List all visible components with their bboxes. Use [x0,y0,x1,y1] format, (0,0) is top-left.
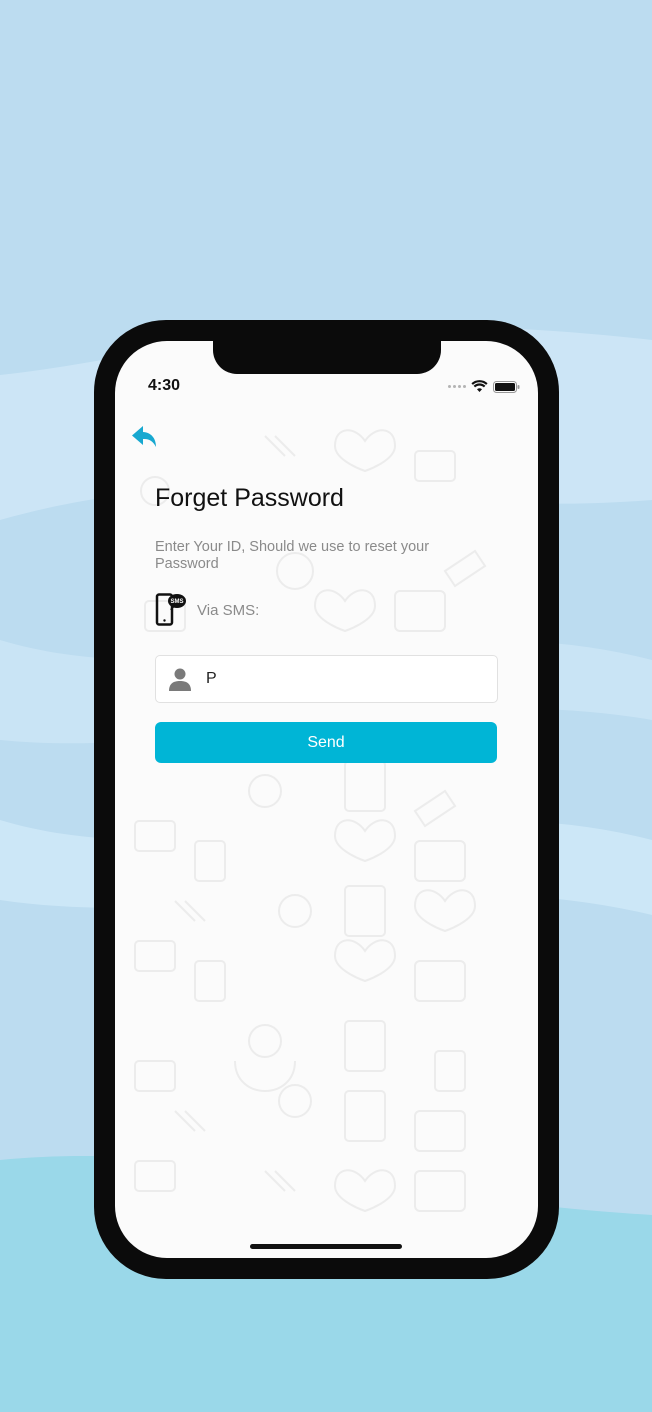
wifi-icon [471,380,488,392]
id-input-field[interactable] [155,655,498,703]
sms-badge-text: SMS [170,599,183,605]
medical-doodle-background [134,429,487,1213]
phone-frame: 4:30 Forget Password Enter Your ID, Shou… [94,320,559,1279]
sms-option[interactable]: SMS Via SMS: [155,593,259,627]
status-indicators [448,380,520,393]
home-indicator [250,1244,402,1249]
sms-phone-icon: SMS [155,593,186,626]
send-button[interactable]: Send [155,722,497,763]
page-title: Forget Password [155,484,344,512]
id-input[interactable] [204,669,488,689]
status-time: 4:30 [148,377,181,394]
sms-label: Via SMS: [197,601,260,619]
signal-dots-icon [448,385,466,388]
back-arrow-icon[interactable] [130,423,160,451]
phone-notch [213,341,441,374]
app-screen: 4:30 Forget Password Enter Your ID, Shou… [115,341,538,1258]
battery-icon [493,380,520,393]
user-icon [169,668,191,691]
page-subtitle: Enter Your ID, Should we use to reset yo… [155,539,430,572]
